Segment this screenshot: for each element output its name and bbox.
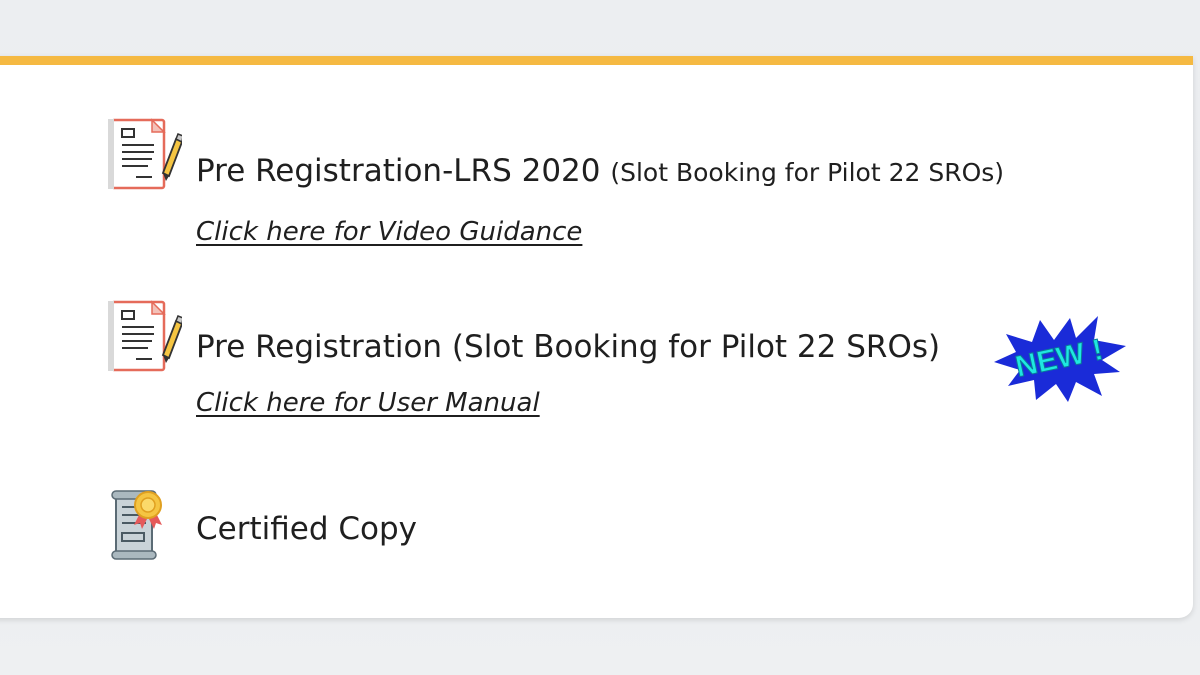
service-title-text: Pre Registration-LRS 2020 (196, 153, 601, 189)
video-guidance-link[interactable]: Click here for Video Guidance (196, 217, 582, 247)
new-badge: NEW ! (994, 316, 1126, 402)
service-subtitle: (Slot Booking for Pilot 22 SROs) (610, 158, 1005, 187)
services-card: Pre Registration-LRS 2020 (Slot Booking … (0, 56, 1193, 618)
registration-form-icon (108, 300, 182, 372)
registration-form-icon (108, 118, 182, 190)
service-title[interactable]: Pre Registration (Slot Booking for Pilot… (196, 329, 940, 365)
service-title[interactable]: Pre Registration-LRS 2020 (Slot Booking … (196, 153, 1004, 189)
certified-scroll-icon (111, 490, 162, 560)
service-title[interactable]: Certified Copy (196, 511, 417, 547)
user-manual-link[interactable]: Click here for User Manual (196, 388, 540, 418)
